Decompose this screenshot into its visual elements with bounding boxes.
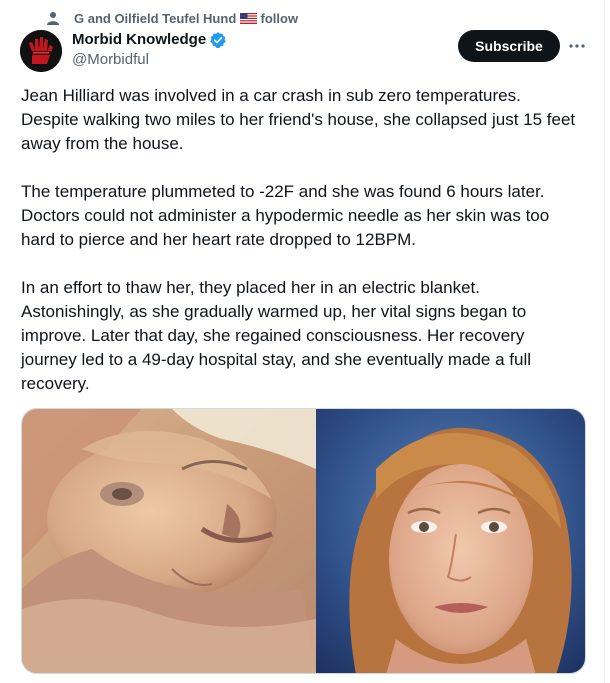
tweet-paragraph: In an effort to thaw her, they placed he…	[21, 278, 531, 393]
tweet-media[interactable]	[21, 408, 586, 674]
social-context[interactable]: G and Oilfield Teufel Hund follow	[46, 8, 298, 28]
tweet-text: Jean Hilliard was involved in a car cras…	[21, 84, 581, 420]
verified-badge-icon	[209, 31, 227, 49]
us-flag-icon	[239, 12, 257, 24]
author-block[interactable]: Morbid Knowledge @Morbidful	[72, 30, 227, 70]
social-context-name[interactable]: G and Oilfield Teufel Hund	[74, 11, 236, 26]
more-icon[interactable]	[566, 36, 588, 56]
person-icon	[46, 11, 60, 25]
social-context-follow[interactable]: follow	[261, 11, 299, 26]
tweet-container: G and Oilfield Teufel Hund follow Morbid…	[0, 0, 605, 683]
author-handle[interactable]: @Morbidful	[72, 50, 227, 70]
tweet-paragraph: The temperature plummeted to -22F and sh…	[21, 182, 550, 249]
author-display-name[interactable]: Morbid Knowledge	[72, 30, 206, 50]
red-hand-logo	[20, 30, 62, 72]
media-image-left[interactable]	[22, 409, 316, 673]
media-image-right[interactable]	[316, 409, 585, 673]
tweet-paragraph: Jean Hilliard was involved in a car cras…	[21, 86, 576, 153]
author-name[interactable]: Morbid Knowledge	[72, 30, 227, 50]
subscribe-button[interactable]: Subscribe	[458, 30, 560, 62]
avatar[interactable]	[20, 30, 62, 72]
